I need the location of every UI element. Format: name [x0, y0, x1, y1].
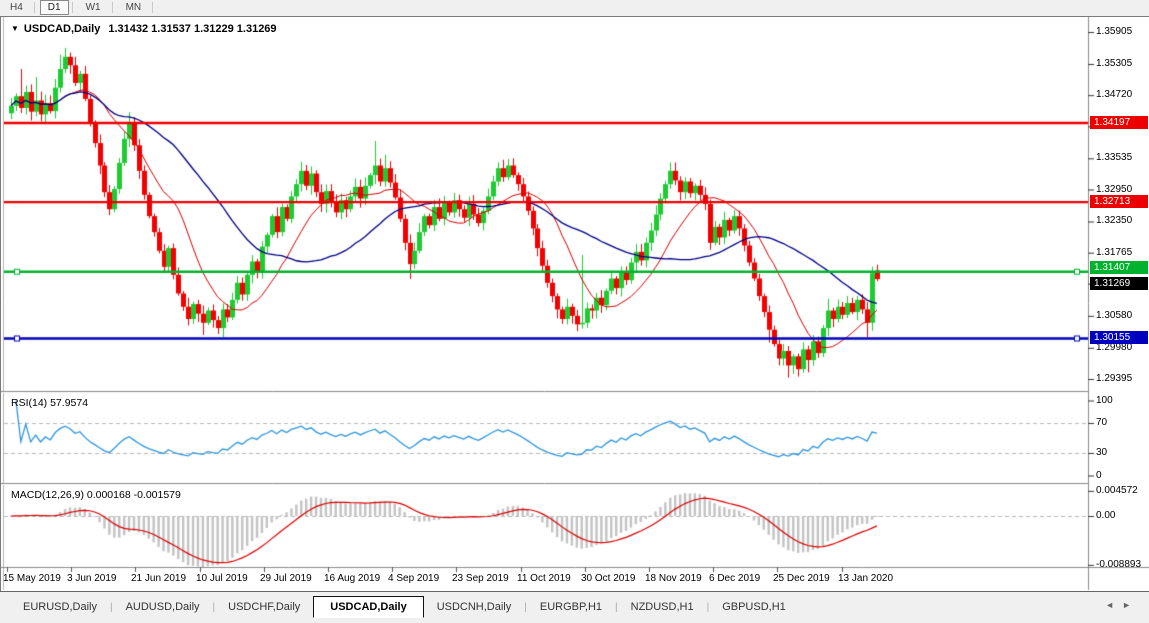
ohlc-values: 1.31432 1.31537 1.31229 1.31269: [108, 23, 276, 35]
timeframe-button-d1[interactable]: D1: [40, 0, 69, 15]
date-tick: 30 Oct 2019: [581, 573, 635, 584]
level-price-tag: 1.32713: [1090, 195, 1148, 208]
date-tick: 6 Dec 2019: [709, 573, 760, 584]
price-tick: 1.35905: [1096, 26, 1132, 37]
tab-nzdusd-h1[interactable]: NZDUSD,H1: [618, 597, 707, 617]
timeframe-toolbar: H4 D1 W1 MN: [0, 0, 1149, 15]
level-price-tag: 1.30155: [1090, 331, 1148, 344]
date-tick: 21 Jun 2019: [131, 573, 186, 584]
price-tick: 1.30580: [1096, 310, 1132, 321]
price-tick: 1.33535: [1096, 152, 1132, 163]
tab-audusd-daily[interactable]: AUDUSD,Daily: [113, 597, 213, 617]
date-tick: 10 Jul 2019: [196, 573, 248, 584]
date-tick: 18 Nov 2019: [645, 573, 702, 584]
symbol-tabs: EURUSD,Daily|AUDUSD,Daily|USDCHF,DailyUS…: [10, 595, 799, 619]
tab-usdchf-daily[interactable]: USDCHF,Daily: [215, 597, 313, 617]
price-tick: 1.32350: [1096, 215, 1132, 226]
tab-scroll-right-icon[interactable]: ►: [1122, 600, 1139, 610]
date-tick: 4 Sep 2019: [388, 573, 439, 584]
level-price-tag: 1.31407: [1090, 261, 1148, 274]
date-tick: 25 Dec 2019: [773, 573, 830, 584]
price-tick: 1.35305: [1096, 58, 1132, 69]
timeframe-button-w1[interactable]: W1: [78, 0, 109, 15]
date-tick: 3 Jun 2019: [67, 573, 117, 584]
toolbar-separator: [34, 2, 35, 13]
date-tick: 13 Jan 2020: [838, 573, 893, 584]
rsi-axis-label: 30: [1096, 447, 1107, 458]
toolbar-separator: [112, 2, 113, 13]
timeframe-button-mn[interactable]: MN: [118, 0, 150, 15]
date-tick: 23 Sep 2019: [452, 573, 509, 584]
date-tick: 16 Aug 2019: [324, 573, 380, 584]
terminal-window: H4 D1 W1 MN ▼ USDCAD,Daily 1.31432 1.31537 1.…: [0, 0, 1149, 623]
macd-indicator-label: MACD(12,26,9) 0.000168 -0.001579: [11, 489, 181, 501]
tab-usdcad-daily[interactable]: USDCAD,Daily: [313, 596, 423, 618]
toolbar-separator: [72, 2, 73, 13]
chart-collapse-icon[interactable]: ▼: [11, 24, 19, 33]
tab-scroll-left-icon[interactable]: ◄: [1105, 600, 1122, 610]
price-tick: 1.32950: [1096, 184, 1132, 195]
tab-eurusd-daily[interactable]: EURUSD,Daily: [10, 597, 110, 617]
rsi-axis-label: 70: [1096, 417, 1107, 428]
price-tick: 1.31765: [1096, 247, 1132, 258]
chart-window: ▼ USDCAD,Daily 1.31432 1.31537 1.31229 1.3…: [0, 16, 1149, 591]
date-tick: 29 Jul 2019: [260, 573, 312, 584]
symbol-timeframe-label: USDCAD,Daily: [24, 23, 100, 35]
chart-title: ▼ USDCAD,Daily 1.31432 1.31537 1.31229 1.3…: [11, 23, 277, 35]
rsi-indicator-label: RSI(14) 57.9574: [11, 397, 88, 409]
price-tick: 1.34720: [1096, 89, 1132, 100]
tab-usdcnh-daily[interactable]: USDCNH,Daily: [424, 597, 525, 617]
toolbar-separator: [152, 2, 153, 13]
tab-scroll-controls: ◄►: [1105, 600, 1139, 610]
tab-gbpusd-h1[interactable]: GBPUSD,H1: [709, 597, 799, 617]
tab-eurgbp-h1[interactable]: EURGBP,H1: [527, 597, 615, 617]
symbol-tab-bar: EURUSD,Daily|AUDUSD,Daily|USDCHF,DailyUS…: [0, 591, 1149, 623]
chart-canvas[interactable]: [1, 17, 1149, 592]
level-price-tag: 1.34197: [1090, 116, 1148, 129]
rsi-axis-label: 100: [1096, 395, 1113, 406]
timeframe-button-h4[interactable]: H4: [2, 0, 31, 15]
price-tick: 1.29395: [1096, 373, 1132, 384]
macd-axis-label: 0.004572: [1096, 485, 1138, 496]
macd-axis-label: 0.00: [1096, 510, 1115, 521]
rsi-axis-label: 0: [1096, 470, 1102, 481]
date-tick: 15 May 2019: [3, 573, 61, 584]
current-price-tag: 1.31269: [1090, 277, 1148, 290]
macd-axis-label: -0.008893: [1096, 559, 1141, 570]
date-tick: 11 Oct 2019: [517, 573, 571, 584]
